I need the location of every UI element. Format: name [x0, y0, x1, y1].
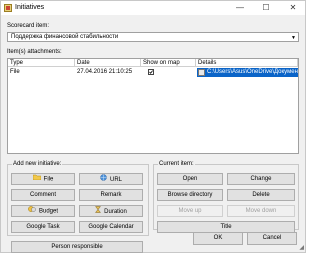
title-bar: Initiatives — ☐ ✕: [1, 1, 305, 15]
add-remark-button[interactable]: Remark: [79, 189, 143, 201]
column-header-show-on-map[interactable]: Show on map: [141, 59, 196, 67]
scorecard-item-label: Scorecard item:: [7, 23, 50, 29]
add-budget-button[interactable]: Budget: [11, 205, 75, 217]
column-header-date[interactable]: Date: [75, 59, 141, 67]
cancel-button[interactable]: Cancel: [247, 232, 297, 245]
browse-directory-button[interactable]: Browse directory: [157, 189, 223, 201]
attachments-table[interactable]: Type Date Show on map Details File 27.04…: [7, 58, 299, 154]
add-new-initiative-title: Add new initiative:: [12, 161, 63, 167]
add-budget-label: Budget: [38, 208, 59, 215]
ok-button[interactable]: OK: [193, 232, 243, 245]
cell-type: File: [10, 69, 20, 75]
show-on-map-checkbox[interactable]: [148, 69, 154, 75]
window-title: Initiatives: [15, 4, 45, 11]
details-browse-button[interactable]: [198, 69, 205, 76]
add-comment-button[interactable]: Comment: [11, 189, 75, 201]
chevron-down-icon: ▼: [291, 35, 296, 41]
column-header-type[interactable]: Type: [8, 59, 75, 67]
initiatives-dialog: Initiatives — ☐ ✕ Scorecard item: Поддер…: [0, 0, 306, 253]
current-item-title: Current item:: [158, 161, 195, 167]
folder-icon: [32, 174, 41, 184]
attachments-label: Item(s) attachments:: [7, 49, 62, 55]
scorecard-item-select[interactable]: Поддержка финансовой стабильности ▼: [7, 32, 299, 42]
scorecard-item-value: Поддержка финансовой стабильности: [11, 34, 119, 40]
add-duration-label: Duration: [104, 209, 127, 216]
hourglass-icon: [95, 206, 102, 217]
cell-date: 27.04.2016 21:10:25: [77, 69, 133, 75]
add-duration-button[interactable]: Duration: [79, 205, 143, 217]
move-up-button[interactable]: Move up: [157, 205, 223, 217]
column-header-details[interactable]: Details: [196, 59, 298, 67]
minimize-icon[interactable]: —: [231, 2, 249, 14]
app-icon: [4, 4, 12, 12]
person-responsible-button[interactable]: Person responsible: [11, 241, 143, 253]
globe-icon: [100, 174, 107, 185]
close-icon[interactable]: ✕: [284, 2, 302, 14]
open-button[interactable]: Open: [157, 173, 223, 185]
resize-grip-icon[interactable]: ◢: [299, 244, 304, 251]
move-down-button[interactable]: Move down: [227, 205, 295, 217]
add-file-button[interactable]: File: [11, 173, 75, 185]
add-url-label: URL: [109, 177, 122, 184]
delete-button[interactable]: Delete: [227, 189, 295, 201]
coins-icon: [28, 206, 36, 216]
add-google-task-button[interactable]: Google Task: [11, 221, 75, 233]
maximize-icon[interactable]: ☐: [257, 2, 275, 14]
add-file-label: File: [43, 176, 54, 183]
cell-details[interactable]: C:\Users\Asus\OneDrive\Докумен...: [197, 68, 298, 77]
add-google-calendar-button[interactable]: Google Calendar: [79, 221, 143, 233]
change-button[interactable]: Change: [227, 173, 295, 185]
add-url-button[interactable]: URL: [79, 173, 143, 185]
